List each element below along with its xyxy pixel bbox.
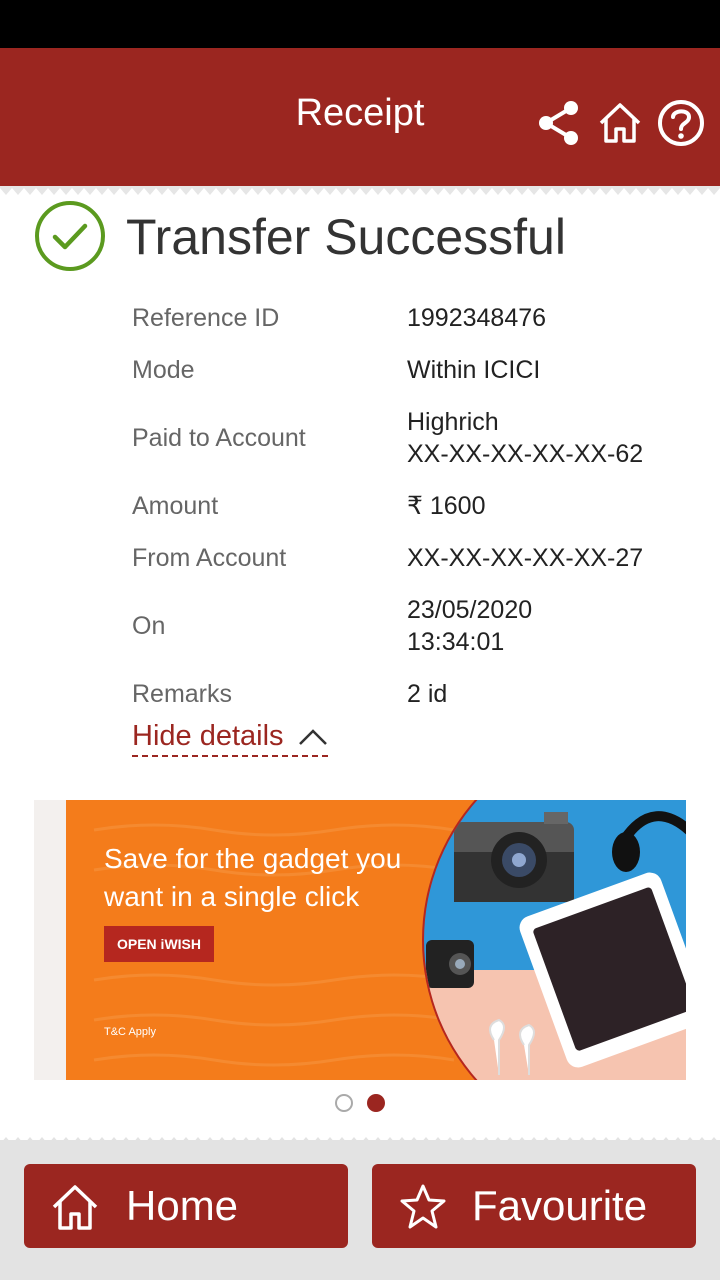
banner-headline-line2: want in a single click: [104, 881, 360, 912]
detail-value: Highrich: [407, 408, 499, 436]
carousel-dot-1[interactable]: [335, 1094, 353, 1112]
status-title: Transfer Successful: [126, 209, 566, 265]
favourite-button-label: Favourite: [472, 1182, 648, 1229]
status-bar: [0, 0, 720, 48]
detail-value: 1992348476: [407, 304, 547, 332]
carousel-dot-2-active[interactable]: [367, 1094, 385, 1112]
banner-headline: Save for the gadget you want in a single…: [104, 840, 444, 916]
open-iwish-button[interactable]: OPEN iWISH: [104, 926, 214, 962]
receipt-edge: [0, 186, 720, 195]
detail-label: Paid to Account: [132, 424, 306, 452]
detail-label: Remarks: [132, 680, 233, 708]
home-icon[interactable]: [595, 98, 645, 148]
detail-label: Amount: [132, 492, 219, 520]
tip-text-clipped: [132, 782, 632, 794]
hide-details-label: Hide details: [132, 720, 284, 752]
promo-banner[interactable]: Save for the gadget you want in a single…: [34, 800, 686, 1080]
status-row: Transfer Successful: [34, 200, 694, 272]
detail-label: On: [132, 612, 166, 640]
app-header: Receipt: [0, 48, 720, 186]
gadgets-image: [422, 800, 686, 1080]
previous-slide-peek: [34, 800, 66, 1080]
banner-headline-line1: Save for the gadget you: [104, 843, 402, 874]
help-icon[interactable]: [656, 98, 706, 148]
favourite-button[interactable]: Favourite: [372, 1164, 696, 1248]
home-icon: [52, 1185, 98, 1230]
receipt-bottom-edge: [0, 1137, 720, 1146]
detail-value-line2: XX-XX-XX-XX-XX-62: [407, 440, 644, 468]
chevron-up-icon: [298, 729, 327, 746]
terms-text: T&C Apply: [104, 1026, 156, 1038]
share-icon[interactable]: [534, 98, 584, 148]
detail-label: From Account: [132, 544, 287, 572]
detail-value: 2 id: [407, 680, 448, 708]
home-button[interactable]: Home: [24, 1164, 348, 1248]
detail-value-line2: 13:34:01: [407, 628, 505, 656]
star-icon: [400, 1184, 446, 1229]
detail-value: 23/05/2020: [407, 596, 533, 624]
detail-value: ₹ 1600: [407, 492, 486, 520]
detail-value: XX-XX-XX-XX-XX-27: [407, 544, 644, 572]
check-circle-icon: [35, 201, 105, 271]
home-button-label: Home: [126, 1182, 239, 1229]
hide-details-link[interactable]: Hide details: [132, 720, 328, 757]
detail-value: Within ICICI: [407, 356, 541, 384]
detail-label: Mode: [132, 356, 195, 384]
detail-label: Reference ID: [132, 304, 280, 332]
